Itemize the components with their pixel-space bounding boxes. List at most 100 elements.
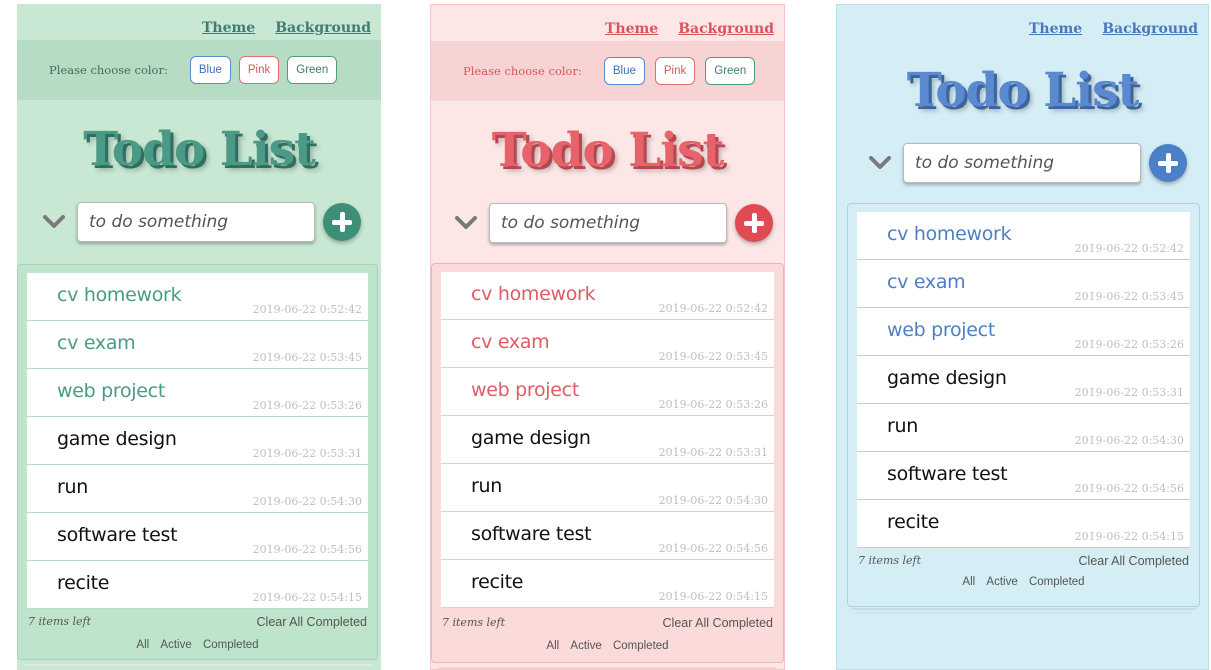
todo-item[interactable]: game design 2019-06-22 0:53:31: [441, 416, 774, 464]
todo-item[interactable]: run 2019-06-22 0:54:30: [441, 464, 774, 512]
todo-item[interactable]: game design 2019-06-22 0:53:31: [857, 356, 1190, 404]
todo-item[interactable]: cv homework 2019-06-22 0:52:42: [857, 212, 1190, 260]
todo-item[interactable]: software test 2019-06-22 0:54:56: [441, 512, 774, 560]
clear-completed-button[interactable]: Clear All Completed: [663, 616, 773, 630]
color-chooser-label: Please choose color:: [463, 64, 582, 78]
todo-item[interactable]: web project 2019-06-22 0:53:26: [27, 369, 368, 417]
filter-all[interactable]: All: [136, 639, 149, 651]
todo-text: game design: [57, 428, 177, 450]
todo-item[interactable]: cv exam 2019-06-22 0:53:45: [857, 260, 1190, 308]
todo-list-card: cv homework 2019-06-22 0:52:42 cv exam 201…: [17, 264, 378, 660]
clear-completed-button[interactable]: Clear All Completed: [257, 615, 367, 629]
pink-color-button[interactable]: Pink: [238, 56, 280, 84]
todo-item[interactable]: web project 2019-06-22 0:53:26: [857, 308, 1190, 356]
todo-time: 2019-06-22 0:53:26: [252, 399, 362, 412]
todo-panel-green: Theme Background Please choose color: Bl…: [17, 4, 381, 670]
card-stack-edge: [439, 667, 776, 669]
todo-text: cv exam: [57, 332, 136, 354]
todo-time: 2019-06-22 0:52:42: [1074, 242, 1184, 255]
todo-item[interactable]: recite 2019-06-22 0:54:15: [27, 561, 368, 609]
todo-item[interactable]: run 2019-06-22 0:54:30: [27, 465, 368, 513]
todo-time: 2019-06-22 0:54:15: [252, 591, 362, 604]
todo-item[interactable]: software test 2019-06-22 0:54:56: [27, 513, 368, 561]
todo-time: 2019-06-22 0:52:42: [252, 303, 362, 316]
todo-input[interactable]: [903, 143, 1141, 183]
todo-text: software test: [887, 463, 1008, 485]
color-chooser: Please choose color: Blue Pink Green: [431, 41, 784, 101]
todo-list-card: cv homework 2019-06-22 0:52:42 cv exam 201…: [847, 203, 1200, 607]
top-nav: Theme Background: [202, 20, 371, 36]
todo-item[interactable]: web project 2019-06-22 0:53:26: [441, 368, 774, 416]
items-left-count: 7 items left: [28, 615, 92, 628]
plus-circle-icon[interactable]: [323, 203, 361, 241]
blue-color-button[interactable]: Blue: [189, 56, 231, 84]
todo-time: 2019-06-22 0:54:56: [252, 543, 362, 556]
filter-bar: All Active Completed: [432, 640, 783, 652]
top-nav: Theme Background: [605, 21, 774, 37]
filter-active[interactable]: Active: [160, 639, 191, 651]
todo-list: cv homework 2019-06-22 0:52:42 cv exam 201…: [441, 272, 774, 608]
todo-text: cv exam: [887, 271, 966, 293]
filter-bar: All Active Completed: [848, 576, 1199, 588]
todo-item[interactable]: cv homework 2019-06-22 0:52:42: [27, 273, 368, 321]
filter-active[interactable]: Active: [570, 640, 601, 652]
plus-circle-icon[interactable]: [1149, 144, 1187, 182]
todo-item[interactable]: cv exam 2019-06-22 0:53:45: [441, 320, 774, 368]
todo-text: run: [887, 415, 918, 437]
todo-text: cv homework: [57, 284, 182, 306]
todo-list: cv homework 2019-06-22 0:52:42 cv exam 201…: [857, 212, 1190, 548]
card-stack-edge: [25, 664, 373, 666]
items-left-count: 7 items left: [442, 616, 506, 629]
todo-input[interactable]: [77, 202, 315, 242]
todo-time: 2019-06-22 0:53:31: [252, 447, 362, 460]
blue-color-button[interactable]: Blue: [603, 57, 645, 85]
todo-item[interactable]: cv exam 2019-06-22 0:53:45: [27, 321, 368, 369]
clear-completed-button[interactable]: Clear All Completed: [1079, 554, 1189, 568]
background-link[interactable]: Background: [275, 20, 371, 36]
background-link[interactable]: Background: [678, 21, 774, 37]
filter-completed[interactable]: Completed: [1029, 576, 1085, 588]
filter-bar: All Active Completed: [18, 639, 377, 651]
plus-circle-icon[interactable]: [735, 204, 773, 242]
todo-item[interactable]: game design 2019-06-22 0:53:31: [27, 417, 368, 465]
filter-completed[interactable]: Completed: [203, 639, 259, 651]
todo-item[interactable]: run 2019-06-22 0:54:30: [857, 404, 1190, 452]
todo-time: 2019-06-22 0:54:56: [1074, 482, 1184, 495]
todo-time: 2019-06-22 0:53:45: [1074, 290, 1184, 303]
theme-link[interactable]: Theme: [605, 21, 658, 37]
background-link[interactable]: Background: [1102, 21, 1198, 37]
filter-completed[interactable]: Completed: [613, 640, 669, 652]
pink-color-button[interactable]: Pink: [654, 57, 696, 85]
theme-link[interactable]: Theme: [202, 20, 255, 36]
color-chooser: Please choose color: Blue Pink Green: [17, 40, 381, 100]
todo-text: run: [57, 476, 88, 498]
filter-all[interactable]: All: [962, 576, 975, 588]
todo-item[interactable]: cv homework 2019-06-22 0:52:42: [441, 272, 774, 320]
todo-text: run: [471, 475, 502, 497]
chevron-down-icon[interactable]: [867, 153, 893, 173]
input-row: [453, 203, 773, 243]
todo-text: game design: [887, 367, 1007, 389]
theme-link[interactable]: Theme: [1029, 21, 1082, 37]
filter-active[interactable]: Active: [986, 576, 1017, 588]
chevron-down-icon[interactable]: [41, 212, 67, 232]
app-title: Todo List: [906, 63, 1140, 118]
todo-time: 2019-06-22 0:52:42: [658, 302, 768, 315]
todo-list-card: cv homework 2019-06-22 0:52:42 cv exam 201…: [431, 263, 784, 663]
items-left-count: 7 items left: [858, 554, 922, 567]
todo-text: software test: [471, 523, 592, 545]
todo-time: 2019-06-22 0:53:26: [658, 398, 768, 411]
chevron-down-icon[interactable]: [453, 213, 479, 233]
todo-text: cv homework: [471, 283, 596, 305]
todo-input[interactable]: [489, 203, 727, 243]
green-color-button[interactable]: Green: [705, 57, 756, 85]
todo-time: 2019-06-22 0:54:56: [658, 542, 768, 555]
todo-list: cv homework 2019-06-22 0:52:42 cv exam 201…: [27, 273, 368, 609]
green-color-button[interactable]: Green: [287, 56, 338, 84]
todo-panel-blue: Theme Background Todo List cv homework 20…: [836, 4, 1209, 670]
todo-item[interactable]: recite 2019-06-22 0:54:15: [441, 560, 774, 608]
todo-item[interactable]: recite 2019-06-22 0:54:15: [857, 500, 1190, 548]
filter-all[interactable]: All: [546, 640, 559, 652]
todo-item[interactable]: software test 2019-06-22 0:54:56: [857, 452, 1190, 500]
app-title: Todo List: [491, 123, 725, 178]
